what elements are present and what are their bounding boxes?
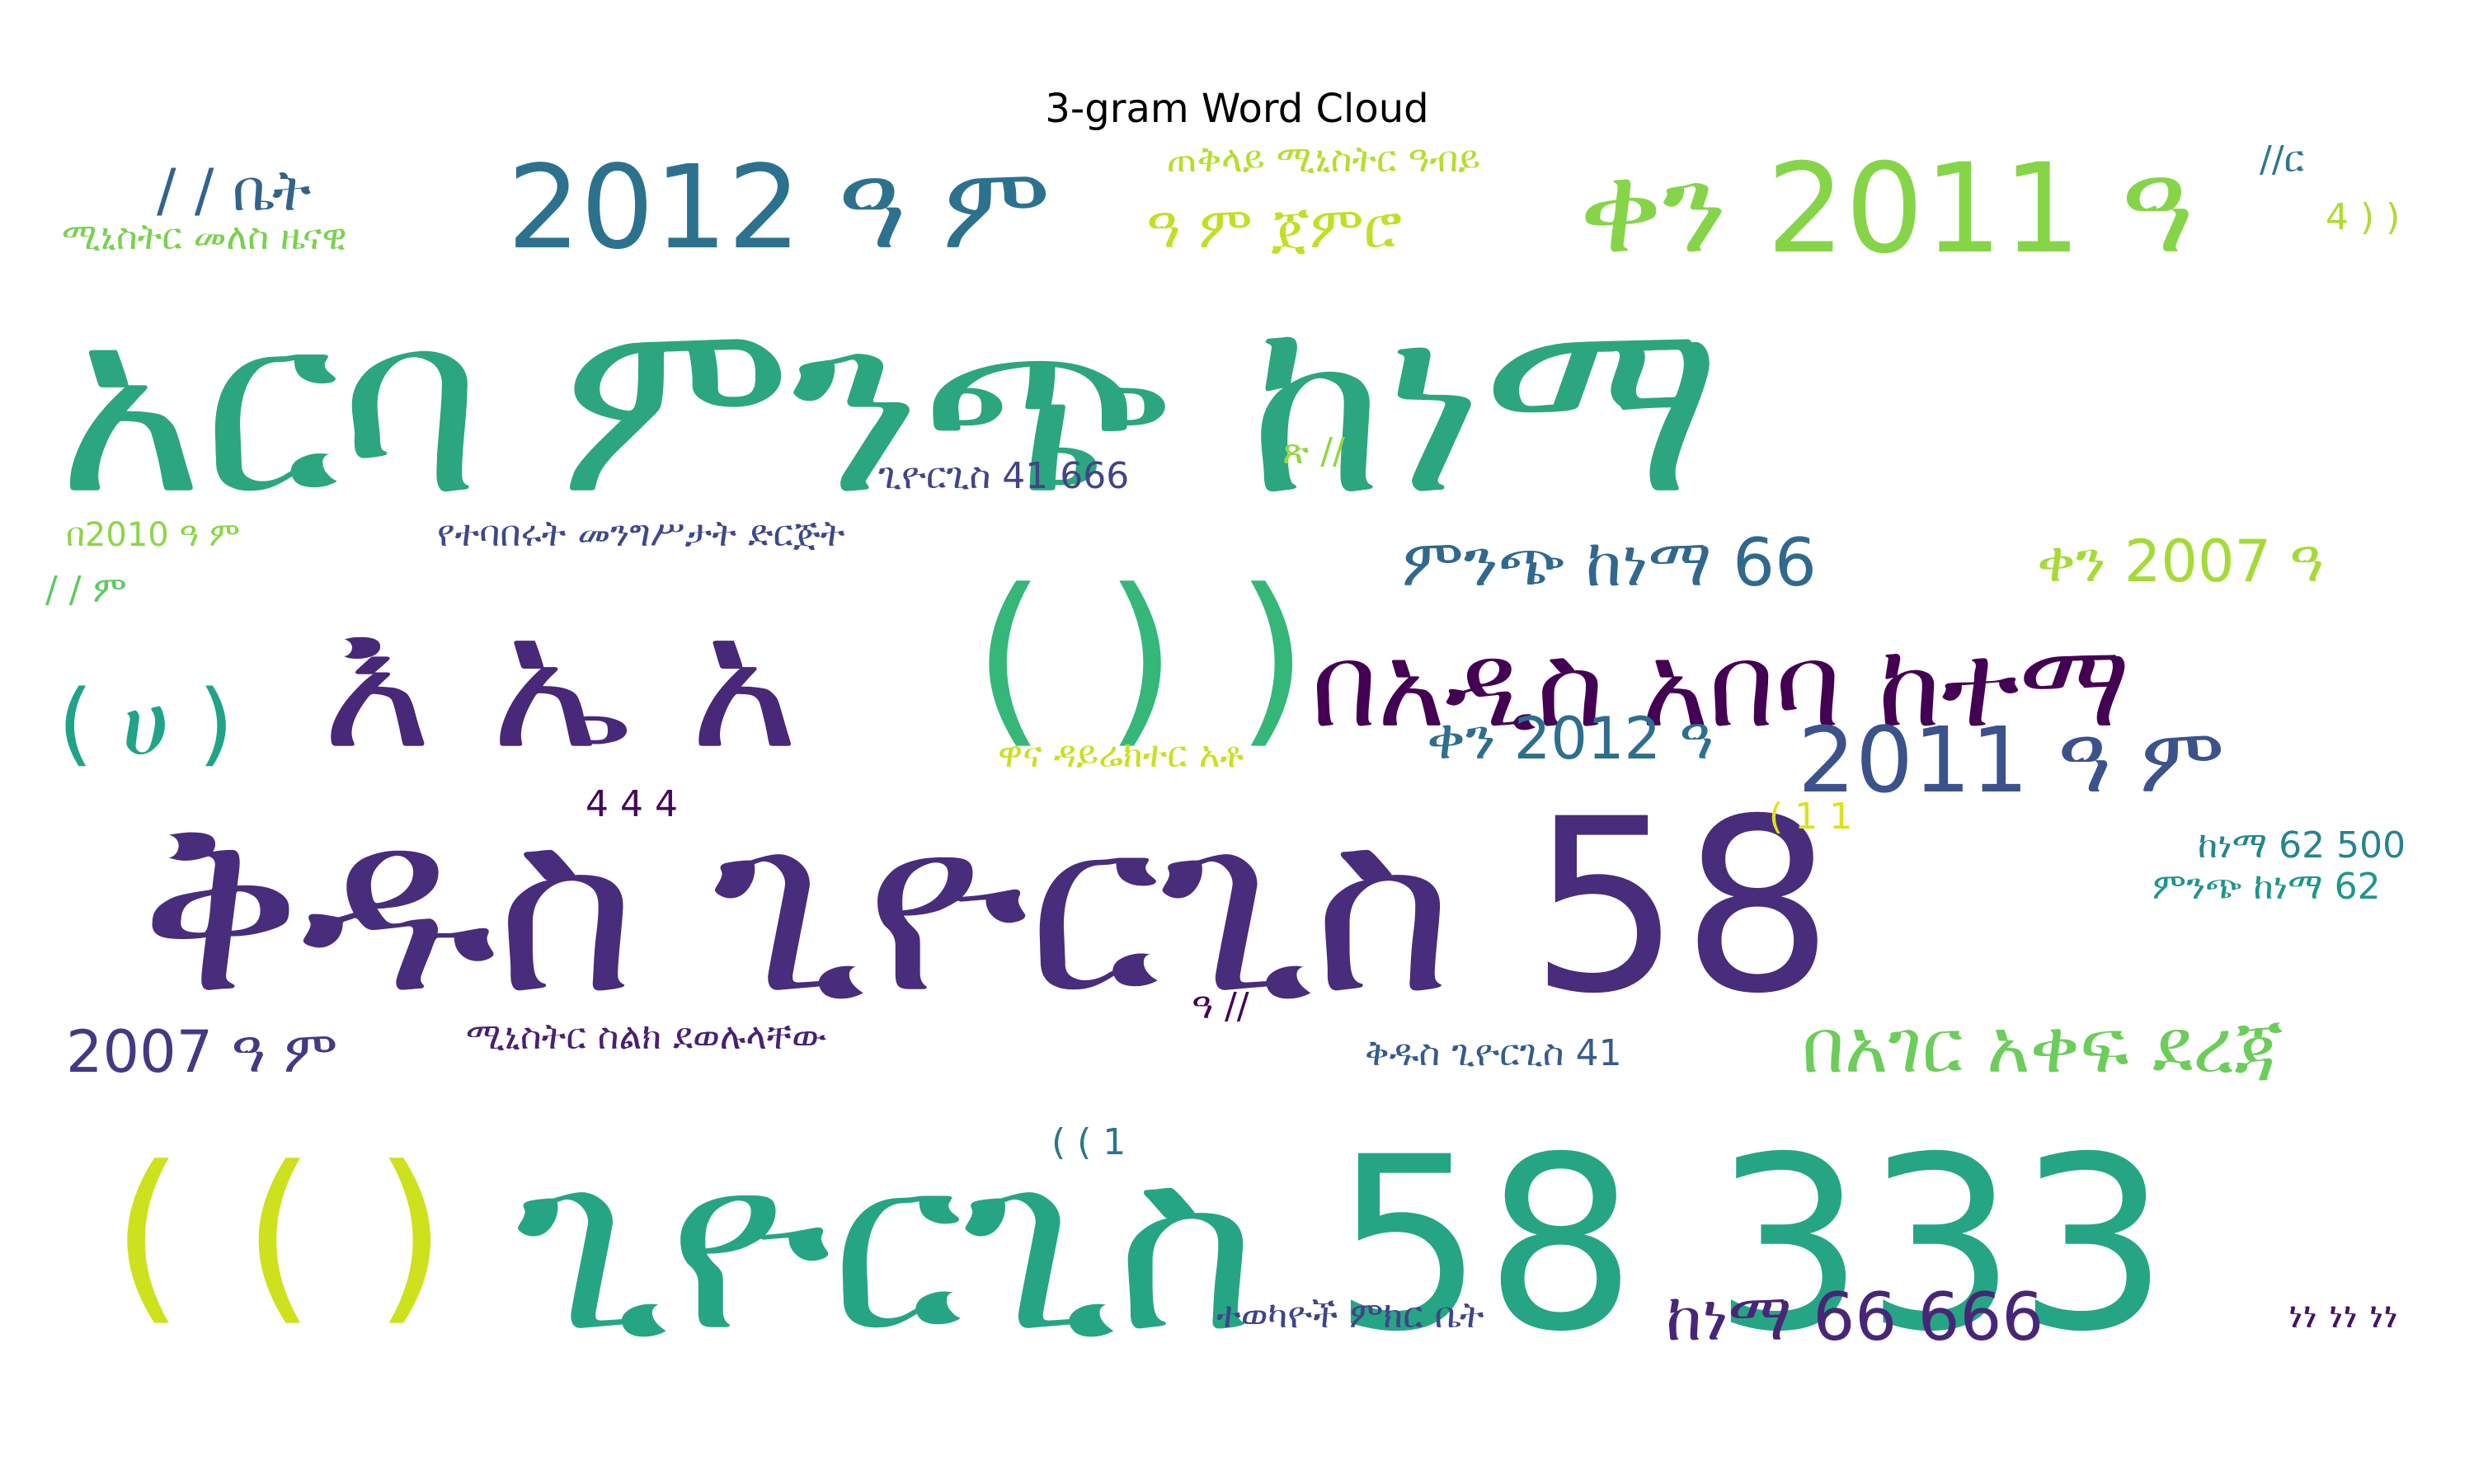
word-cloud-term: ቅዱስ ጊዮርጊስ 41 (1365, 1032, 1622, 1074)
word-cloud-term: ሚኒስትር ስልክ ደወሉላቸው (466, 1016, 826, 1058)
word-cloud-term: 2011 ዓ ም (1798, 707, 2225, 813)
word-cloud-term: ዓ ም ጀምሮ (1146, 194, 1402, 261)
word-cloud-term: ዓ // (1192, 985, 1249, 1027)
word-cloud-term: ምንጭ ከነማ 66 (1402, 524, 1817, 601)
word-cloud-term: ጊዮርጊስ 41 666 (878, 455, 1129, 497)
word-cloud-term: / / ቤት (157, 157, 311, 224)
word-cloud-term: 2012 ዓ ም (507, 141, 1051, 275)
word-cloud-term: ዋና ዳይሬክተር አቶ (998, 734, 1244, 776)
word-cloud-term: ተወካዮች ምክር ቤት (1216, 1294, 1484, 1336)
word-cloud-term: በአገር አቀፍ ደረጃ (1802, 1003, 2284, 1090)
word-cloud-figure: 3-gram Word Cloud አርባ ምንጭ ከነማ ቅዱስ ጊዮርጊስ 5… (0, 0, 2474, 1484)
word-cloud-term: ( ( ) (111, 1127, 446, 1343)
word-cloud-term: ከነማ 66 666 (1666, 1279, 2044, 1355)
word-cloud-term: ምንጭ ከነማ 62 (2152, 866, 2381, 908)
word-cloud-term: ጠቅላይ ሚኒስትር ዓብይ (1167, 139, 1480, 181)
word-cloud-term: እ ኤ አ (322, 575, 798, 791)
word-cloud-term: ቅዱስ ጊዮርጊስ 58 (140, 768, 1834, 1046)
word-cloud-term: //ር (2260, 139, 2304, 181)
word-cloud-term: ቀን 2011 ዓ (1579, 138, 2194, 281)
word-cloud-term: 4 ) ) (2326, 196, 2400, 238)
word-cloud-term: አርባ ምንጭ ከነማ (58, 261, 1722, 549)
word-cloud-term: / / ም (45, 569, 127, 611)
word-cloud-term: ነነ ነነ ነነ (2288, 1294, 2398, 1336)
word-cloud-term: 4 4 4 (586, 783, 678, 825)
word-cloud-term: የተባበሩት መንግሥታት ድርጅት (437, 513, 845, 555)
word-cloud-term: በ2010 ዓ ም (66, 516, 240, 554)
word-cloud-term: ጽ // (1282, 430, 1345, 472)
word-cloud-term: ቀን 2012 ዓ (1427, 705, 1714, 773)
word-cloud-term: ( ሀ ) (58, 670, 233, 776)
word-cloud: አርባ ምንጭ ከነማቅዱስ ጊዮርጊስ 58ጊዮርጊስ 58 333እ ኤ አ… (45, 138, 2406, 1384)
word-cloud-term: ( 1 1 (1769, 796, 1852, 838)
word-cloud-term: ሚኒስትር መለስ ዜናዊ (62, 216, 347, 258)
word-cloud-term: ቀን 2007 ዓ (2037, 528, 2324, 595)
word-cloud-term: 2007 ዓ ም (66, 1018, 337, 1086)
word-cloud-term: ( ( 1 (1051, 1121, 1126, 1163)
word-cloud-term: ከነማ 62 500 (2198, 824, 2406, 866)
